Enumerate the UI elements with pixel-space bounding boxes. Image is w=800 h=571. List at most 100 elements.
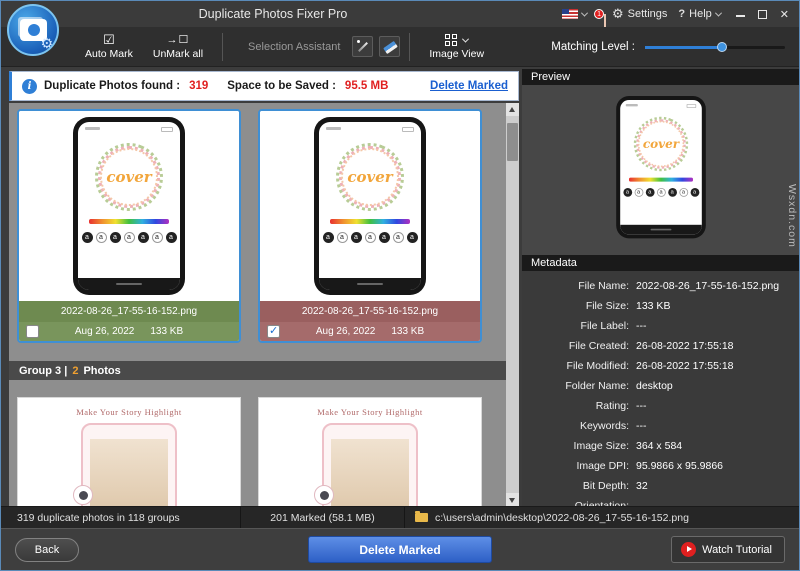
chevron-down-icon	[462, 35, 469, 42]
vertical-scrollbar[interactable]	[506, 103, 519, 506]
metadata-row: Keywords: ---	[522, 416, 799, 436]
font-style-dot: a	[365, 232, 376, 243]
font-style-dot: a	[323, 232, 334, 243]
unmark-all-button[interactable]: UnMark all	[143, 33, 213, 61]
metadata-row: Orientation:	[522, 496, 799, 506]
close-button[interactable]	[780, 5, 789, 23]
unmark-all-icon	[167, 34, 190, 47]
metadata-label: Rating:	[522, 400, 636, 412]
metadata-label: File Label:	[522, 320, 636, 332]
phone-statusbar	[325, 126, 415, 131]
status-summary: 319 duplicate photos in 118 groups	[1, 507, 241, 528]
back-button[interactable]: Back	[15, 538, 79, 562]
metadata-row: Bit Depth: 32	[522, 476, 799, 496]
font-style-dot: a	[645, 188, 654, 197]
matching-level-slider[interactable]	[645, 41, 785, 53]
found-label: Duplicate Photos found :	[44, 80, 180, 92]
metadata-value: 95.9866 x 95.9866	[636, 460, 723, 472]
play-icon	[681, 542, 696, 557]
metadata-value: 26-08-2022 17:55:18	[636, 360, 734, 372]
font-style-dot: a	[623, 188, 632, 197]
story-phone-graphic	[322, 423, 418, 506]
metadata-row: File Label: ---	[522, 316, 799, 336]
phone-mockup: cover aaaaaaa	[314, 117, 426, 295]
right-panel: Preview cover aaaaaaa	[522, 69, 799, 506]
photo-checkbox[interactable]	[26, 325, 39, 338]
metadata-header: Metadata	[522, 255, 799, 271]
preview-phone-mockup: cover aaaaaaa	[616, 96, 706, 238]
metadata-label: Bit Depth:	[522, 480, 636, 492]
summary-info-bar: i Duplicate Photos found : 319 Space to …	[9, 71, 519, 101]
scroll-up-button[interactable]	[506, 103, 519, 116]
metadata-row: File Created: 26-08-2022 17:55:18	[522, 336, 799, 356]
maximize-button[interactable]	[758, 10, 767, 19]
font-style-dot: a	[351, 232, 362, 243]
auto-mark-icon	[103, 33, 115, 47]
font-style-dot: a	[82, 232, 93, 243]
metadata-label: File Created:	[522, 340, 636, 352]
preview-area: cover aaaaaaa	[522, 85, 799, 255]
metadata-panel: File Name: 2022-08-26_17-55-16-152.png F…	[522, 271, 799, 506]
wreath-graphic: cover	[98, 146, 160, 208]
toolbar-separator	[409, 33, 410, 61]
font-style-dot: a	[138, 232, 149, 243]
phone-navbar	[620, 225, 702, 235]
scroll-down-button[interactable]	[506, 493, 519, 506]
logo-gear-icon	[40, 35, 53, 52]
metadata-value: 2022-08-26_17-55-16-152.png	[636, 280, 779, 292]
metadata-label: File Name:	[522, 280, 636, 292]
metadata-label: File Size:	[522, 300, 636, 312]
found-value: 319	[189, 80, 208, 92]
photo-size: 133 KB	[391, 326, 424, 337]
metadata-value: ---	[636, 400, 647, 412]
photo-card[interactable]: cover aaaaaaa 2022-08-26_17-55-16-152.pn…	[17, 109, 241, 343]
slider-handle[interactable]	[717, 42, 727, 52]
wreath-graphic: cover	[339, 146, 401, 208]
folder-icon	[415, 513, 428, 522]
metadata-value: 364 x 584	[636, 440, 682, 452]
group-label: Group 3 |	[19, 365, 67, 377]
toolbar: Auto Mark UnMark all Selection Assistant…	[1, 27, 799, 67]
settings-menu[interactable]: Settings	[612, 6, 667, 22]
wreath-graphic: cover	[636, 119, 686, 169]
story-title-text: Make Your Story Highlight	[76, 407, 182, 417]
metadata-value: 133 KB	[636, 300, 670, 312]
watch-tutorial-button[interactable]: Watch Tutorial	[671, 536, 785, 563]
auto-mark-button[interactable]: Auto Mark	[75, 32, 143, 61]
photo-card[interactable]: Make Your Story Highlight	[258, 397, 482, 506]
photo-filename: 2022-08-26_17-55-16-152.png	[260, 301, 480, 322]
selection-assistant-label: Selection Assistant	[248, 41, 340, 53]
language-selector[interactable]	[562, 9, 587, 19]
help-menu[interactable]: Help	[678, 8, 720, 20]
metadata-row: Rating: ---	[522, 396, 799, 416]
photo-card[interactable]: Make Your Story Highlight	[17, 397, 241, 506]
group-suffix: Photos	[83, 365, 120, 377]
eraser-button[interactable]	[379, 36, 400, 57]
metadata-row: Image DPI: 95.9866 x 95.9866	[522, 456, 799, 476]
font-style-dot: a	[690, 188, 699, 197]
minimize-button[interactable]	[736, 15, 745, 17]
font-style-dot: a	[656, 188, 665, 197]
magic-wand-button[interactable]	[352, 36, 373, 57]
scrollbar-thumb[interactable]	[507, 123, 518, 161]
delete-marked-link[interactable]: Delete Marked	[430, 80, 508, 92]
photo-filename: 2022-08-26_17-55-16-152.png	[19, 301, 239, 322]
grid-view-icon	[445, 34, 457, 46]
space-value: 95.5 MB	[345, 80, 388, 92]
chevron-down-icon	[581, 9, 588, 16]
story-phone-graphic	[81, 423, 177, 506]
delete-marked-button[interactable]: Delete Marked	[308, 536, 492, 563]
metadata-value: ---	[636, 320, 647, 332]
photo-card[interactable]: cover aaaaaaa 2022-08-26_17-55-16-152.pn…	[258, 109, 482, 343]
window-title: Duplicate Photos Fixer Pro	[199, 7, 348, 21]
metadata-label: Keywords:	[522, 420, 636, 432]
space-label: Space to be Saved :	[227, 80, 336, 92]
metadata-row: File Size: 133 KB	[522, 296, 799, 316]
photo-checkbox[interactable]	[267, 325, 280, 338]
image-view-label: Image View	[429, 48, 484, 60]
phone-navbar	[78, 278, 180, 290]
image-view-button[interactable]: Image View	[419, 33, 494, 61]
group-header: Group 3 | 2 Photos	[9, 361, 506, 380]
metadata-row: File Modified: 26-08-2022 17:55:18	[522, 356, 799, 376]
story-photo	[331, 439, 409, 506]
